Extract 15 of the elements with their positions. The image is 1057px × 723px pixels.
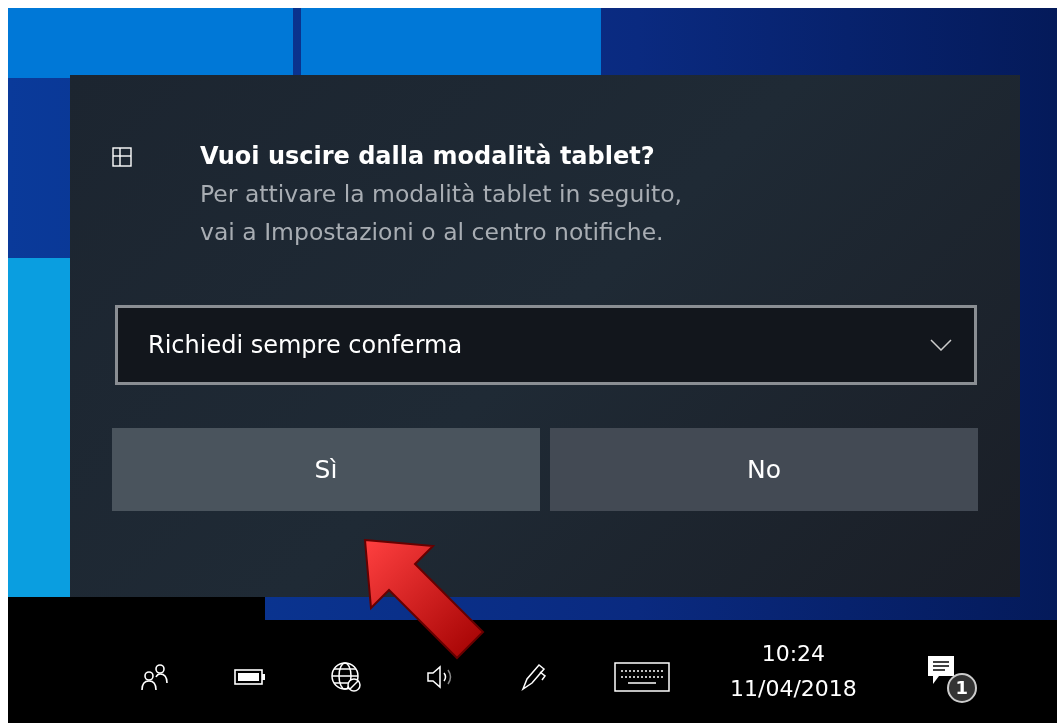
clock-date[interactable]: 11/04/2018 bbox=[730, 675, 857, 701]
people-icon[interactable] bbox=[140, 662, 170, 691]
keyboard-icon[interactable] bbox=[614, 661, 670, 692]
tablet-mode-icon bbox=[112, 147, 132, 167]
battery-icon[interactable] bbox=[234, 668, 266, 685]
confirm-dropdown[interactable]: Richiedi sempre conferma bbox=[115, 305, 977, 385]
globe-icon[interactable] bbox=[330, 660, 362, 693]
clock-time[interactable]: 10:24 bbox=[761, 640, 826, 666]
no-button[interactable]: No bbox=[550, 428, 978, 511]
dialog-message: Per attivare la modalità tablet in seguito, vai a Impostazioni o al centro notifiche. bbox=[200, 179, 682, 248]
dropdown-value: Richiedi sempre conferma bbox=[148, 331, 463, 359]
chevron-down-icon bbox=[930, 339, 952, 351]
yes-button[interactable]: Sì bbox=[112, 428, 540, 511]
dialog-title: Vuoi uscire dalla modalità tablet? bbox=[200, 141, 656, 171]
notification-badge: 1 bbox=[946, 672, 977, 703]
